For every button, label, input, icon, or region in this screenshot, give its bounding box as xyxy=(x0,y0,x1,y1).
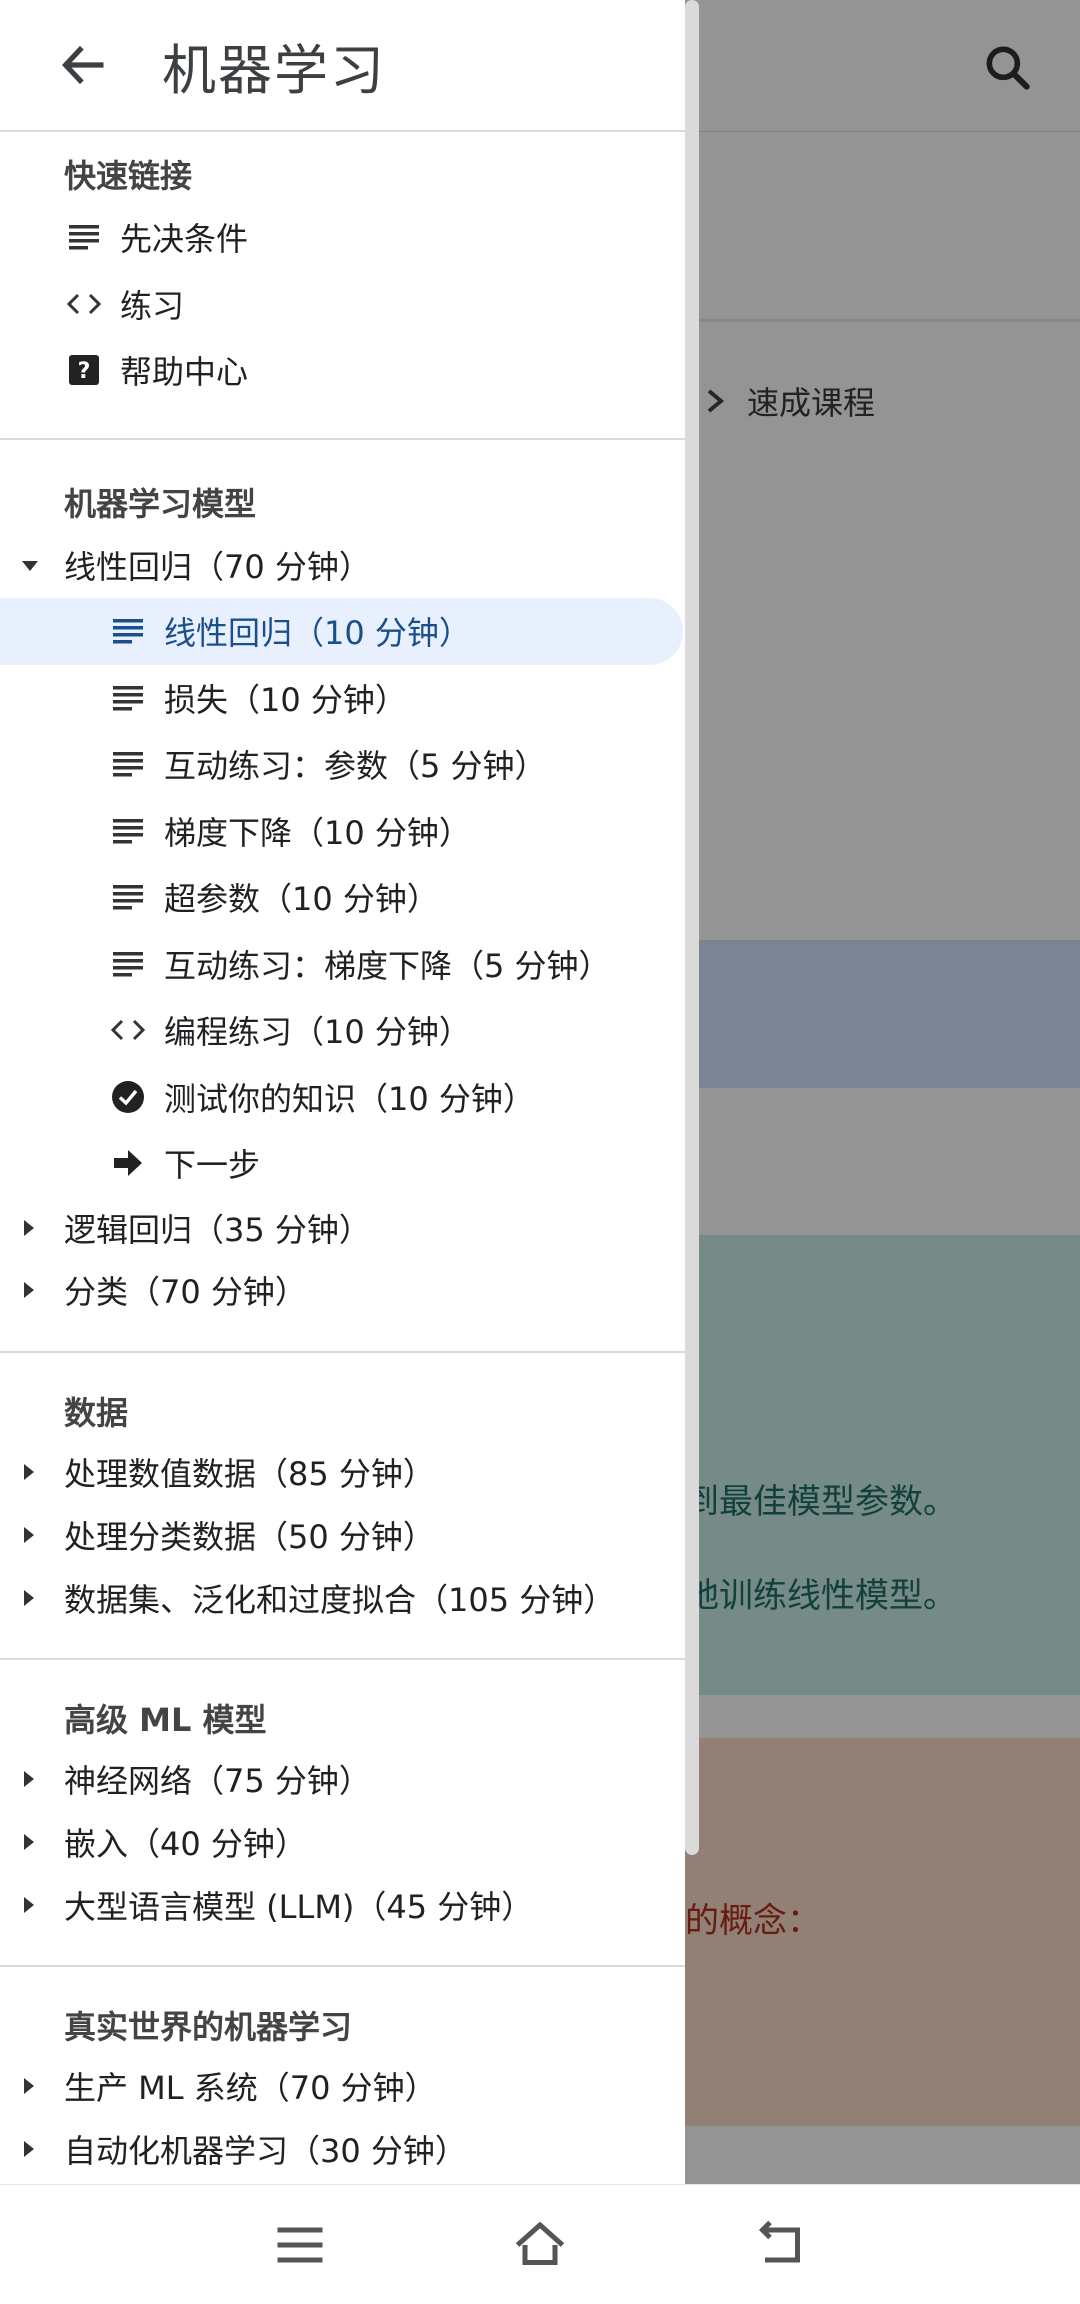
lines-icon xyxy=(110,746,146,782)
caret-right-icon[interactable] xyxy=(24,1834,34,1850)
nav-label: 互动练习：参数（5 分钟） xyxy=(164,747,547,786)
nav-gradient-descent[interactable]: 梯度下降（10 分钟） xyxy=(0,798,685,865)
nav-llm[interactable]: 大型语言模型 (LLM)（45 分钟） xyxy=(0,1874,685,1937)
arrow-left-icon[interactable] xyxy=(58,39,110,91)
nav-label: 逻辑回归（35 分钟） xyxy=(64,1210,371,1249)
nav-test-your-knowledge[interactable]: 测试你的知识（10 分钟） xyxy=(0,1064,685,1131)
section-title: 数据 xyxy=(64,1393,129,1432)
caret-right-icon[interactable] xyxy=(24,1897,34,1913)
lines-icon xyxy=(66,219,102,255)
nav-interactive-parameters[interactable]: 互动练习：参数（5 分钟） xyxy=(0,731,685,798)
lines-icon xyxy=(110,946,146,982)
lines-icon xyxy=(110,879,146,915)
caret-right-icon[interactable] xyxy=(24,2078,34,2094)
back-icon[interactable] xyxy=(750,2215,810,2275)
navigation-drawer: 机器学习 快速链接 先决条件 练习 ? 帮助中心 机器学习模型 线性回归（70 … xyxy=(0,0,685,2184)
quick-link-exercises[interactable]: 练习 xyxy=(0,271,685,338)
section-title: 机器学习模型 xyxy=(64,484,257,523)
system-navigation-bar xyxy=(0,2184,1080,2304)
nav-label: 自动化机器学习（30 分钟） xyxy=(64,2132,467,2170)
quick-link-label: 先决条件 xyxy=(120,220,249,259)
nav-neural-networks[interactable]: 神经网络（75 分钟） xyxy=(0,1748,685,1811)
nav-logistic-regression[interactable]: 逻辑回归（35 分钟） xyxy=(0,1197,685,1259)
nav-interactive-gradient-descent[interactable]: 互动练习：梯度下降（5 分钟） xyxy=(0,931,685,998)
code-icon xyxy=(66,286,102,322)
nav-categorical-data[interactable]: 处理分类数据（50 分钟） xyxy=(0,1504,685,1567)
lines-icon xyxy=(110,813,146,849)
code-icon xyxy=(110,1012,146,1048)
quick-link-prerequisites[interactable]: 先决条件 xyxy=(0,204,685,271)
nav-label: 下一步 xyxy=(164,1146,261,1185)
nav-linear-regression[interactable]: 线性回归（70 分钟） xyxy=(0,532,685,599)
section-advanced-ml: 高级 ML 模型 神经网络（75 分钟） 嵌入（40 分钟） 大型语言模型 (L… xyxy=(0,1660,685,1967)
check-circle-icon xyxy=(110,1079,146,1115)
section-data: 数据 处理数值数据（85 分钟） 处理分类数据（50 分钟） 数据集、泛化和过度… xyxy=(0,1353,685,1660)
nav-production-ml[interactable]: 生产 ML 系统（70 分钟） xyxy=(0,2055,685,2118)
caret-down-icon[interactable] xyxy=(22,560,38,571)
quick-link-label: 练习 xyxy=(120,286,185,325)
nav-label: 神经网络（75 分钟） xyxy=(64,1762,371,1800)
nav-label: 线性回归（10 分钟） xyxy=(164,614,471,653)
nav-label: 互动练习：梯度下降（5 分钟） xyxy=(164,946,611,985)
nav-numerical-data[interactable]: 处理数值数据（85 分钟） xyxy=(0,1441,685,1504)
caret-right-icon[interactable] xyxy=(24,1771,34,1787)
section-quick-links: 快速链接 先决条件 练习 ? 帮助中心 xyxy=(0,132,685,440)
quick-link-help-center[interactable]: ? 帮助中心 xyxy=(0,337,685,404)
nav-label: 生产 ML 系统（70 分钟） xyxy=(64,2069,437,2107)
nav-label: 数据集、泛化和过度拟合（105 分钟） xyxy=(64,1581,616,1619)
section-title: 高级 ML 模型 xyxy=(64,1700,267,1739)
section-real-world-ml: 真实世界的机器学习 生产 ML 系统（70 分钟） 自动化机器学习（30 分钟） xyxy=(0,1967,685,2185)
caret-right-icon[interactable] xyxy=(24,1590,34,1606)
nav-label: 处理数值数据（85 分钟） xyxy=(64,1455,435,1493)
drawer-scrollbar[interactable] xyxy=(685,0,699,1855)
help-box-icon: ? xyxy=(66,352,102,388)
nav-automl[interactable]: 自动化机器学习（30 分钟） xyxy=(0,2118,685,2181)
arrow-right-icon xyxy=(110,1145,146,1181)
nav-label: 编程练习（10 分钟） xyxy=(164,1013,471,1052)
nav-next-steps[interactable]: 下一步 xyxy=(0,1130,685,1197)
lines-icon xyxy=(110,680,146,716)
nav-label: 超参数（10 分钟） xyxy=(164,880,439,919)
svg-text:?: ? xyxy=(78,359,91,384)
nav-classification[interactable]: 分类（70 分钟） xyxy=(0,1259,685,1321)
nav-loss[interactable]: 损失（10 分钟） xyxy=(0,665,685,732)
nav-label: 测试你的知识（10 分钟） xyxy=(164,1079,535,1118)
section-title: 快速链接 xyxy=(64,157,193,195)
nav-label: 处理分类数据（50 分钟） xyxy=(64,1518,435,1556)
caret-right-icon[interactable] xyxy=(24,1219,34,1236)
nav-embeddings[interactable]: 嵌入（40 分钟） xyxy=(0,1811,685,1874)
caret-right-icon[interactable] xyxy=(24,1464,34,1480)
section-ml-models: 机器学习模型 线性回归（70 分钟） 线性回归（10 分钟） 损失（10 分钟）… xyxy=(0,440,685,1353)
nav-label: 嵌入（40 分钟） xyxy=(64,1825,307,1863)
quick-link-label: 帮助中心 xyxy=(120,353,249,392)
home-icon[interactable] xyxy=(510,2215,570,2275)
section-title: 真实世界的机器学习 xyxy=(64,2007,353,2046)
nav-label: 损失（10 分钟） xyxy=(164,680,407,719)
nav-datasets-generalization[interactable]: 数据集、泛化和过度拟合（105 分钟） xyxy=(0,1567,685,1630)
nav-linear-regression-lesson[interactable]: 线性回归（10 分钟） xyxy=(0,598,683,665)
caret-right-icon[interactable] xyxy=(24,2141,34,2157)
drawer-title: 机器学习 xyxy=(162,38,386,102)
nav-label: 分类（70 分钟） xyxy=(64,1272,307,1311)
drawer-header: 机器学习 xyxy=(0,0,685,132)
nav-programming-exercise[interactable]: 编程练习（10 分钟） xyxy=(0,997,685,1064)
nav-label: 线性回归（70 分钟） xyxy=(64,547,371,586)
nav-hyperparameters[interactable]: 超参数（10 分钟） xyxy=(0,864,685,931)
lines-icon xyxy=(110,613,146,649)
nav-label: 梯度下降（10 分钟） xyxy=(164,813,471,852)
caret-right-icon[interactable] xyxy=(24,1281,34,1298)
menu-icon[interactable] xyxy=(270,2215,330,2275)
caret-right-icon[interactable] xyxy=(24,1527,34,1543)
nav-label: 大型语言模型 (LLM)（45 分钟） xyxy=(64,1888,534,1926)
